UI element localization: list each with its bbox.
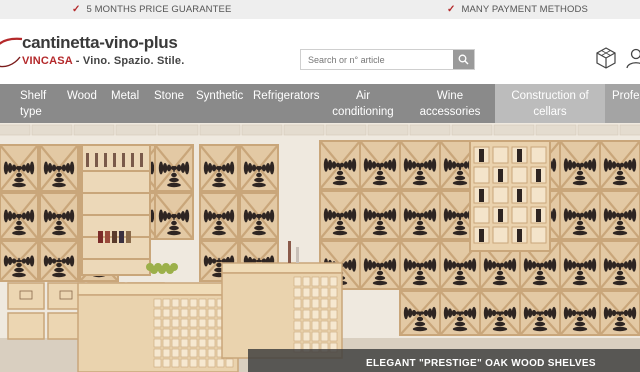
nav-item-label: Synthetic <box>196 90 244 102</box>
logo-brand: VINCASA <box>22 55 73 67</box>
search-icon <box>458 54 469 65</box>
nav-item-shelf-type[interactable]: Shelf type <box>20 84 58 123</box>
logo-tagline: VINCASA - Vino. Spazio. Stile. <box>22 55 184 67</box>
nav-item-label: Metal <box>111 90 140 102</box>
check-icon: ✓ <box>447 4 456 15</box>
nav-item-professional[interactable]: Profes <box>605 84 640 123</box>
nav-item-air-conditioning[interactable]: Air conditioning <box>328 84 398 123</box>
logo-tagline-text: - Vino. Spazio. Stile. <box>72 55 185 67</box>
nav-item-label: Shelf type <box>20 90 47 118</box>
nav-item-synthetic[interactable]: Synthetic <box>196 84 243 123</box>
nav-item-label: Wine accessories <box>419 90 481 118</box>
nav-item-label: Air conditioning <box>332 90 394 118</box>
site-header: cantinetta-vino-plus VINCASA - Vino. Spa… <box>0 19 640 84</box>
logo-name: cantinetta-vino-plus <box>22 33 178 52</box>
nav-item-label: Stone <box>154 90 185 102</box>
nav-item-label: Refrigerators <box>253 90 320 102</box>
search-input[interactable] <box>301 50 453 69</box>
nav-item-wood[interactable]: Wood <box>67 84 97 123</box>
top-info-bar: ✓ 5 MONTHS PRICE GUARANTEE ✓ MANY PAYMENT … <box>0 0 640 19</box>
hero-banner[interactable] <box>0 123 640 372</box>
nav-item-label: Profes <box>612 90 640 102</box>
nav-item-construction-of-cellars[interactable]: Construction of cellars <box>495 84 605 123</box>
main-navigation: Shelf type Wood Metal Stone Synthetic Re… <box>0 84 640 123</box>
usp-label: 5 MONTHS PRICE GUARANTEE <box>86 4 232 15</box>
usp-price-guarantee: ✓ 5 MONTHS PRICE GUARANTEE <box>72 4 231 15</box>
nav-item-label: Construction of cellars <box>511 90 589 118</box>
nav-item-metal[interactable]: Metal <box>111 84 139 123</box>
cube-icon[interactable] <box>594 46 618 70</box>
usp-payment-methods: ✓ MANY PAYMENT METHODS <box>447 4 588 15</box>
site-logo[interactable]: cantinetta-vino-plus VINCASA - Vino. Spa… <box>0 33 200 73</box>
nav-item-wine-accessories[interactable]: Wine accessories <box>413 84 487 123</box>
check-icon: ✓ <box>72 4 81 15</box>
nav-item-label: Wood <box>67 90 97 102</box>
search-button[interactable] <box>453 50 474 69</box>
nav-item-stone[interactable]: Stone <box>154 84 184 123</box>
hero-caption: ELEGANT "PRESTIGE" OAK WOOD SHELVES <box>248 349 640 372</box>
wine-cellar-photo <box>0 123 640 372</box>
nav-item-refrigerators[interactable]: Refrigerators <box>253 84 319 123</box>
search-box <box>300 49 475 70</box>
user-icon[interactable] <box>624 46 640 70</box>
usp-label: MANY PAYMENT METHODS <box>461 4 588 15</box>
